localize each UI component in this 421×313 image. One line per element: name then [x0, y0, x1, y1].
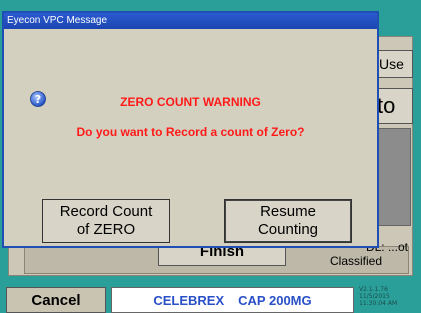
product-display: CELEBREX CAP 200MG [111, 287, 354, 313]
record-button-line-2: of ZERO [76, 221, 136, 238]
resume-counting-button[interactable]: Resume Counting [224, 199, 352, 243]
to-button-label: to [377, 93, 396, 118]
zero-count-dialog: Eyecon VPC Message ? ZERO COUNT WARNING … [2, 11, 379, 248]
classification-line-2: Classified [329, 254, 383, 268]
version-number: V2.1.1.76 [359, 286, 388, 293]
application-screen: Use to Finish DL: ...ot Classified Cance… [0, 0, 421, 313]
version-info: V2.1.1.76 11/5/2015 11:30:04 AM [359, 284, 417, 313]
version-time: 11:30:04 AM [359, 300, 398, 307]
tray-image-area [378, 128, 411, 226]
to-button[interactable]: to [374, 88, 413, 124]
cancel-button-label: Cancel [31, 291, 81, 309]
use-button-label: Use [379, 56, 404, 72]
drug-name: CELEBREX [153, 292, 225, 308]
dialog-titlebar[interactable]: Eyecon VPC Message [4, 13, 377, 29]
record-button-line-1: Record Count [59, 203, 153, 220]
version-date: 11/5/2015 [359, 293, 390, 300]
record-zero-count-button[interactable]: Record Count of ZERO [42, 199, 170, 243]
footer-bar: Cancel CELEBREX CAP 200MG V2.1.1.76 11/5… [0, 284, 421, 313]
dialog-title: Eyecon VPC Message [7, 15, 108, 26]
use-button[interactable]: Use [374, 50, 413, 78]
resume-button-line-2: Counting [257, 221, 319, 238]
warning-heading: ZERO COUNT WARNING [120, 95, 261, 109]
resume-button-line-1: Resume [260, 203, 316, 220]
drug-strength: CAP 200MG [238, 292, 312, 308]
cancel-button[interactable]: Cancel [6, 287, 106, 313]
warning-question: Do you want to Record a count of Zero? [76, 125, 305, 139]
